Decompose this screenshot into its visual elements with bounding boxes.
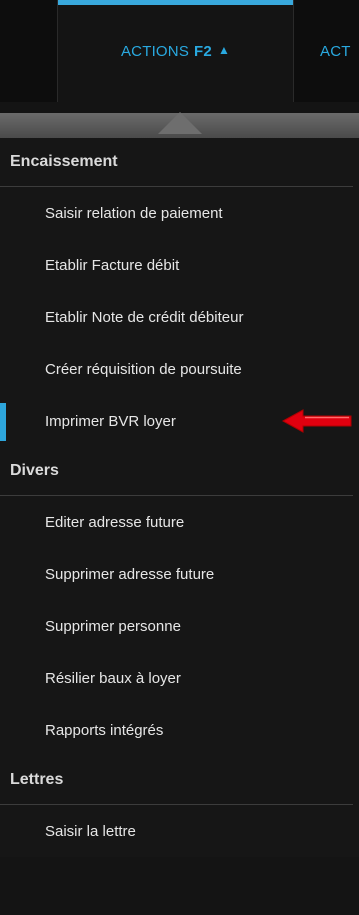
section-title: Lettres: [10, 771, 64, 788]
menu-item-label: Editer adresse future: [45, 513, 185, 531]
menu-item-supprimer-personne[interactable]: Supprimer personne: [0, 600, 359, 652]
actions-dropdown-menu: Encaissement Saisir relation de paiement…: [0, 138, 359, 857]
menu-item-editer-adresse-future[interactable]: Editer adresse future: [0, 496, 359, 548]
tab-actions[interactable]: ACTIONS F2 ▲: [57, 0, 294, 102]
menu-item-creer-requisition-poursuite[interactable]: Créer réquisition de poursuite: [0, 343, 359, 395]
menu-item-resilier-baux-loyer[interactable]: Résilier baux à loyer: [0, 652, 359, 704]
tab-actions-shortcut: F2: [194, 42, 212, 60]
menu-item-rapports-integres[interactable]: Rapports intégrés: [0, 704, 359, 756]
tab-bar: ACTIONS F2 ▲ ACT: [0, 0, 359, 102]
chevron-up-icon: ▲: [217, 43, 231, 57]
actions-menu-window: ACTIONS F2 ▲ ACT Encaissement Saisir rel…: [0, 0, 359, 915]
active-tab-indicator: [58, 0, 293, 5]
menu-item-label: Saisir relation de paiement: [45, 204, 223, 222]
menu-item-label: Supprimer personne: [45, 617, 181, 635]
menu-item-label: Imprimer BVR loyer: [45, 412, 176, 430]
menu-item-label: Résilier baux à loyer: [45, 669, 181, 687]
tab-next-label: ACT: [320, 42, 351, 60]
tab-next[interactable]: ACT: [318, 0, 359, 102]
menu-item-etablir-facture-debit[interactable]: Etablir Facture débit: [0, 239, 359, 291]
menu-item-label: Rapports intégrés: [45, 721, 164, 739]
red-arrow-icon: [281, 409, 352, 433]
section-header-divers: Divers: [0, 447, 353, 496]
menu-item-saisir-relation-paiement[interactable]: Saisir relation de paiement: [0, 187, 359, 239]
section-title: Encaissement: [10, 153, 118, 170]
menu-item-imprimer-bvr-loyer[interactable]: Imprimer BVR loyer: [0, 395, 359, 447]
menu-item-label: Créer réquisition de poursuite: [45, 360, 242, 378]
menu-item-saisir-la-lettre[interactable]: Saisir la lettre: [0, 805, 359, 857]
menu-item-label: Etablir Facture débit: [45, 256, 180, 274]
section-title: Divers: [10, 462, 59, 479]
menu-item-supprimer-adresse-future[interactable]: Supprimer adresse future: [0, 548, 359, 600]
menu-item-label: Etablir Note de crédit débiteur: [45, 308, 244, 326]
section-header-lettres: Lettres: [0, 756, 353, 805]
section-header-encaissement: Encaissement: [0, 138, 353, 187]
tab-actions-label: ACTIONS: [120, 42, 190, 60]
menu-item-label: Saisir la lettre: [45, 822, 136, 840]
menu-item-label: Supprimer adresse future: [45, 565, 215, 583]
menu-item-etablir-note-credit-debiteur[interactable]: Etablir Note de crédit débiteur: [0, 291, 359, 343]
dropdown-pointer: [158, 112, 202, 134]
